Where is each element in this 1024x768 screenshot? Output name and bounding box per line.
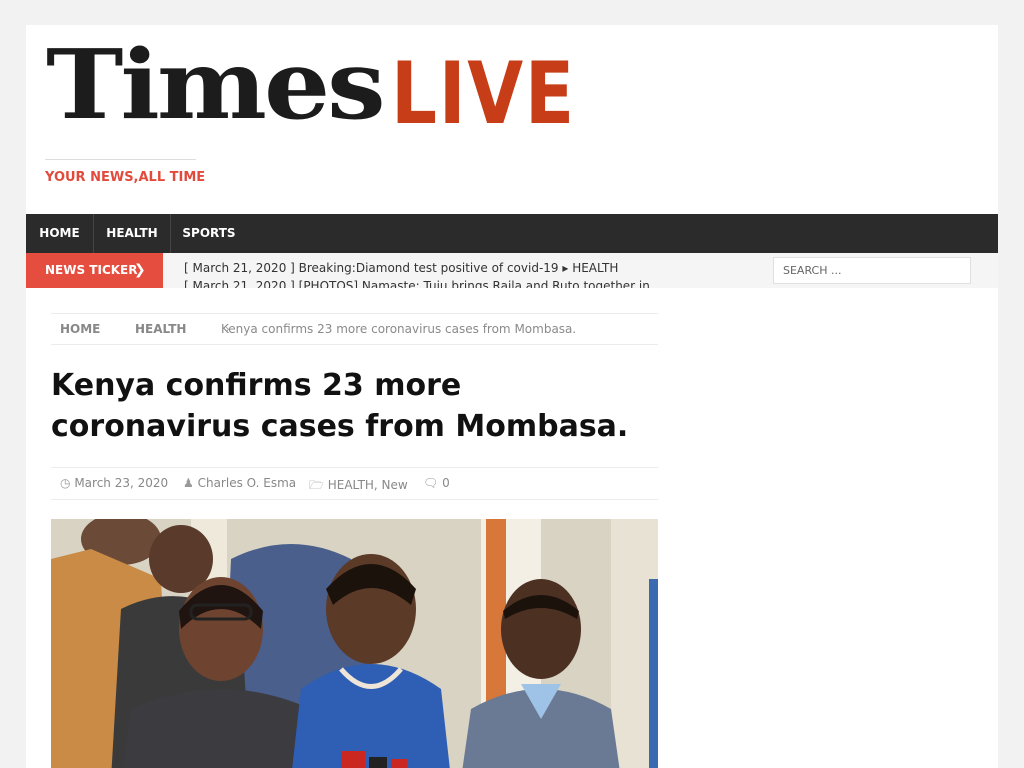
site-logo-live[interactable]: LIVE — [391, 46, 576, 142]
ticker-item[interactable]: [ March 21, 2020 ] [PHOTOS] Namaste: Tuj… — [184, 279, 650, 288]
clock-icon: ◷ — [60, 476, 71, 490]
post-date: ◷ March 23, 2020 — [60, 476, 168, 490]
breadcrumb-current: Kenya confirms 23 more coronavirus cases… — [221, 322, 577, 336]
breadcrumb-home-link[interactable]: HOME — [60, 322, 100, 336]
site-container: Times LIVE YOUR NEWS,ALL TIME HOME HEALT… — [26, 25, 998, 768]
breadcrumb: HOME › HEALTH › Kenya confirms 23 more c… — [51, 313, 658, 345]
ticker-item[interactable]: [ March 21, 2020 ] Breaking:Diamond test… — [184, 261, 618, 275]
post-author[interactable]: ♟ Charles O. Esma — [183, 476, 296, 490]
post-meta: ◷ March 23, 2020 ♟ Charles O. Esma 🗁 HEA… — [51, 467, 658, 500]
featured-image — [51, 519, 658, 768]
news-ticker-label-text: NEWS TICKER — [45, 263, 138, 277]
nav-item-sports[interactable]: SPORTS — [171, 214, 247, 253]
breadcrumb-category-link[interactable]: HEALTH — [135, 322, 186, 336]
post-categories: 🗁 HEALTH, New — [309, 476, 408, 497]
tagline-divider — [45, 159, 196, 160]
news-ticker-label[interactable]: NEWS TICKER ❯ — [26, 253, 163, 288]
main-navigation: HOME HEALTH SPORTS — [26, 214, 998, 253]
site-tagline: YOUR NEWS,ALL TIME — [45, 170, 206, 185]
post-comments-count[interactable]: 0 — [442, 476, 450, 490]
post-comments[interactable]: 🗨 0 — [423, 476, 450, 490]
nav-item-health[interactable]: HEALTH — [94, 214, 170, 253]
nav-item-home[interactable]: HOME — [26, 214, 93, 253]
post-title: Kenya confirms 23 more coronavirus cases… — [51, 368, 629, 444]
post-categories-links[interactable]: HEALTH, New — [328, 478, 408, 492]
chevron-right-icon: ❯ — [134, 262, 146, 278]
user-icon: ♟ — [183, 476, 194, 490]
comment-icon: 🗨 — [423, 476, 439, 490]
post-date-text: March 23, 2020 — [74, 476, 169, 490]
news-ticker-items: [ March 21, 2020 ] Breaking:Diamond test… — [184, 253, 654, 288]
post-author-link[interactable]: Charles O. Esma — [198, 476, 297, 490]
featured-image-art — [51, 519, 658, 768]
site-logo-times[interactable]: Times — [46, 37, 386, 133]
search-input[interactable] — [773, 257, 971, 284]
folder-icon: 🗁 — [309, 478, 324, 492]
